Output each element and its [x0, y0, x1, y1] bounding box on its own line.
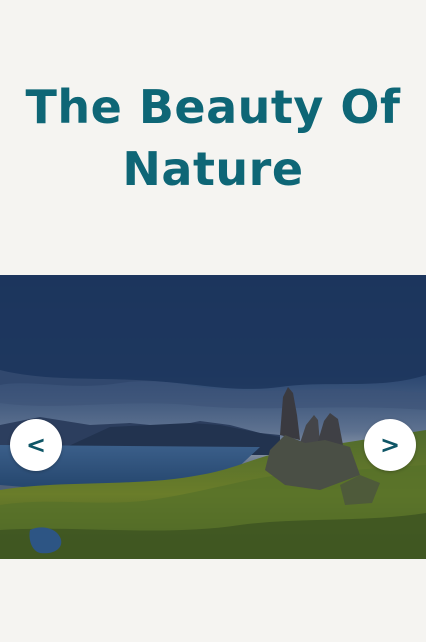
next-slide-button[interactable]: > — [364, 419, 416, 471]
image-slider: < > — [0, 275, 426, 559]
prev-slide-button[interactable]: < — [10, 419, 62, 471]
slide-landscape-image — [0, 275, 426, 559]
page-title: The Beauty Of Nature — [25, 80, 401, 196]
